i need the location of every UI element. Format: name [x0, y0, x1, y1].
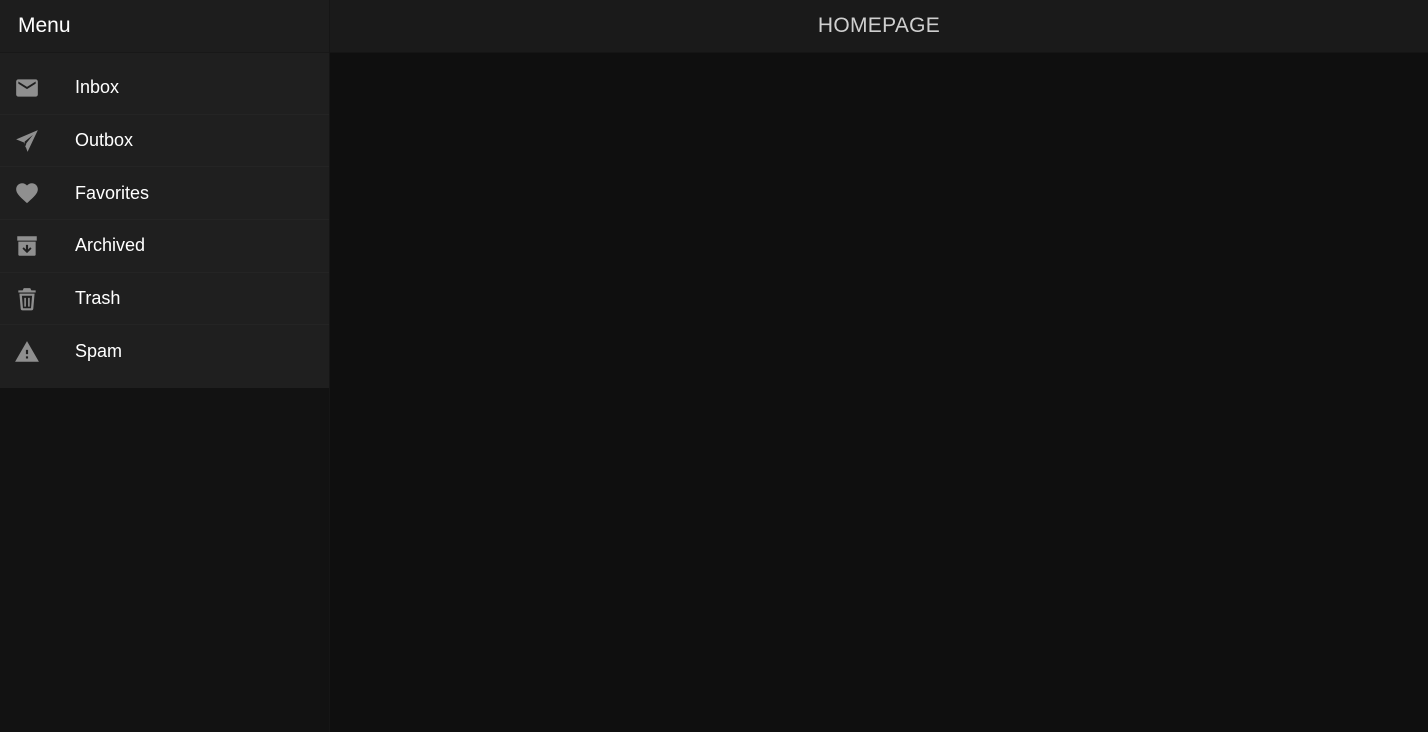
drawer-title: Menu: [0, 0, 329, 53]
trash-icon: [0, 273, 75, 325]
menu-item-label: Archived: [75, 235, 146, 256]
menu-item-label: Spam: [75, 341, 123, 362]
menu-item-spam[interactable]: Spam: [0, 325, 329, 378]
app-root: Menu Inbox Outbox Favorites Archived Tra…: [0, 0, 1428, 732]
menu-item-label: Outbox: [75, 130, 134, 151]
menu-item-label: Inbox: [75, 77, 120, 98]
archive-icon: [0, 220, 75, 272]
menu-item-favorites[interactable]: Favorites: [0, 167, 329, 221]
warning-icon: [0, 325, 75, 378]
top-app-bar: HOMEPAGE: [330, 0, 1428, 53]
menu-item-outbox[interactable]: Outbox: [0, 115, 329, 168]
heart-icon: [0, 167, 75, 219]
send-icon: [0, 115, 75, 167]
menu-item-label: Trash: [75, 288, 121, 309]
menu-item-archived[interactable]: Archived: [0, 220, 329, 273]
mail-icon: [0, 62, 75, 114]
page-title: HOMEPAGE: [817, 14, 941, 37]
main-content: [330, 53, 1428, 732]
navigation-drawer: Menu Inbox Outbox Favorites Archived Tra…: [0, 0, 330, 732]
menu-item-trash[interactable]: Trash: [0, 273, 329, 326]
menu-item-label: Favorites: [75, 182, 150, 203]
menu-list: Inbox Outbox Favorites Archived Trash Sp…: [0, 53, 329, 389]
menu-item-inbox[interactable]: Inbox: [0, 62, 329, 115]
